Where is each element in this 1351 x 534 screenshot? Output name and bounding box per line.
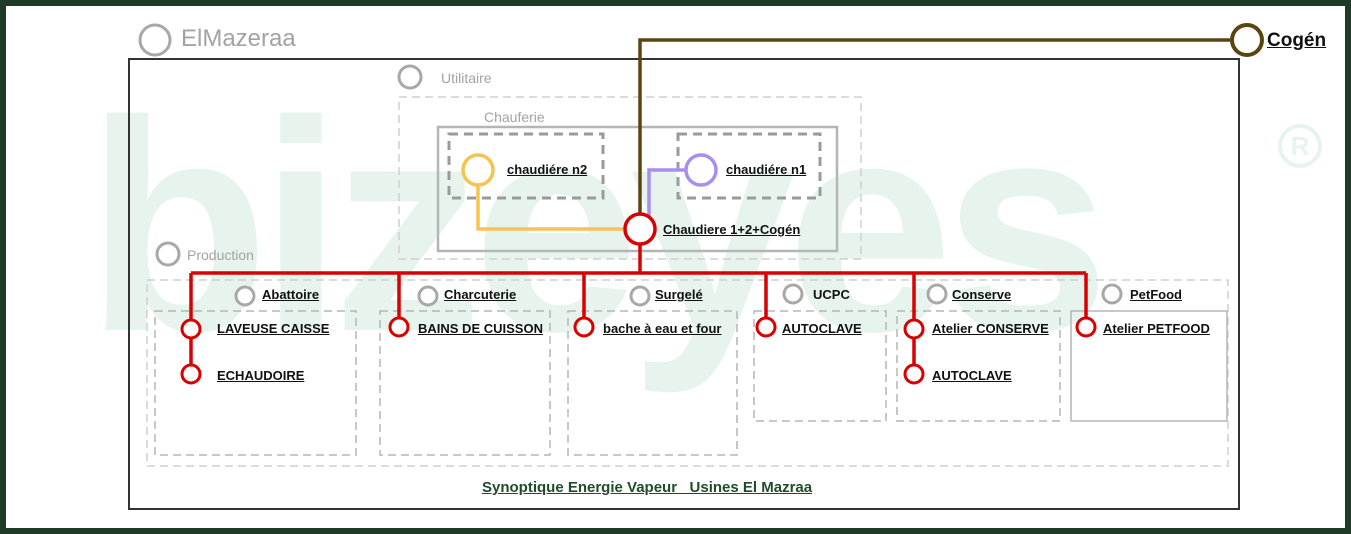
- conserve-header[interactable]: Conserve: [952, 288, 1011, 301]
- hub-label[interactable]: Chaudiere 1+2+Cogén: [663, 223, 800, 236]
- conserve-status-icon: [926, 283, 948, 305]
- synoptic-svg: [128, 23, 1264, 510]
- abattoire-header[interactable]: Abattoire: [262, 288, 319, 301]
- ucpc-header[interactable]: UCPC: [813, 288, 850, 301]
- atelier-conserve-label[interactable]: Atelier CONSERVE: [932, 322, 1049, 335]
- abattoire-status-icon: [234, 285, 256, 307]
- conserve-autoclave-label[interactable]: AUTOCLAVE: [932, 369, 1012, 382]
- atelier-petfood-label[interactable]: Atelier PETFOOD: [1103, 322, 1210, 335]
- charcuterie-status-icon: [417, 285, 439, 307]
- petfood-status-icon: [1101, 283, 1123, 305]
- ucpc-autoclave-node-icon[interactable]: [755, 316, 777, 338]
- site-label: ElMazeraa: [181, 25, 296, 52]
- utilitaire-label: Utilitaire: [441, 70, 492, 86]
- petfood-header[interactable]: PetFood: [1130, 288, 1182, 301]
- boiler-n2-node-icon[interactable]: [461, 153, 495, 187]
- cogen-label[interactable]: Cogén: [1267, 31, 1326, 50]
- production-status-icon: [155, 241, 181, 267]
- production-zone: [146, 279, 1229, 467]
- laveuse-caisse-label[interactable]: LAVEUSE CAISSE: [217, 322, 329, 335]
- utilitaire-status-icon: [397, 64, 423, 90]
- section-status-icons: [138, 23, 1123, 307]
- ucpc-autoclave-label[interactable]: AUTOCLAVE: [782, 322, 862, 335]
- boiler-n2-label[interactable]: chaudiére n2: [507, 163, 587, 176]
- conserve-autoclave-node-icon[interactable]: [903, 363, 925, 385]
- production-label: Production: [187, 247, 254, 263]
- charcuterie-header[interactable]: Charcuterie: [444, 288, 516, 301]
- atelier-conserve-node-icon[interactable]: [903, 318, 925, 340]
- surgele-status-icon: [629, 285, 651, 307]
- cogen-node-icon[interactable]: [1230, 23, 1264, 57]
- site-status-icon: [138, 23, 172, 57]
- synoptic-title: Synoptique Energie Vapeur _Usines El Maz…: [482, 479, 813, 496]
- echaudoire-label[interactable]: ECHAUDOIRE: [217, 369, 304, 382]
- echaudoire-node-icon[interactable]: [180, 363, 202, 385]
- bains-cuisson-node-icon[interactable]: [388, 316, 410, 338]
- bache-eau-node-icon[interactable]: [573, 316, 595, 338]
- boiler-n1-label[interactable]: chaudiére n1: [726, 163, 806, 176]
- bains-cuisson-label[interactable]: BAINS DE CUISSON: [418, 322, 543, 335]
- ucpc-status-icon: [782, 283, 804, 305]
- surgele-header[interactable]: Surgelé: [655, 288, 703, 301]
- boiler-n1-node-icon[interactable]: [684, 153, 718, 187]
- hub-node-icon[interactable]: [623, 212, 657, 246]
- laveuse-caisse-node-icon[interactable]: [180, 318, 202, 340]
- atelier-petfood-node-icon[interactable]: [1075, 316, 1097, 338]
- chauferie-label: Chauferie: [484, 109, 545, 125]
- bache-eau-label[interactable]: bache à eau et four: [603, 322, 721, 335]
